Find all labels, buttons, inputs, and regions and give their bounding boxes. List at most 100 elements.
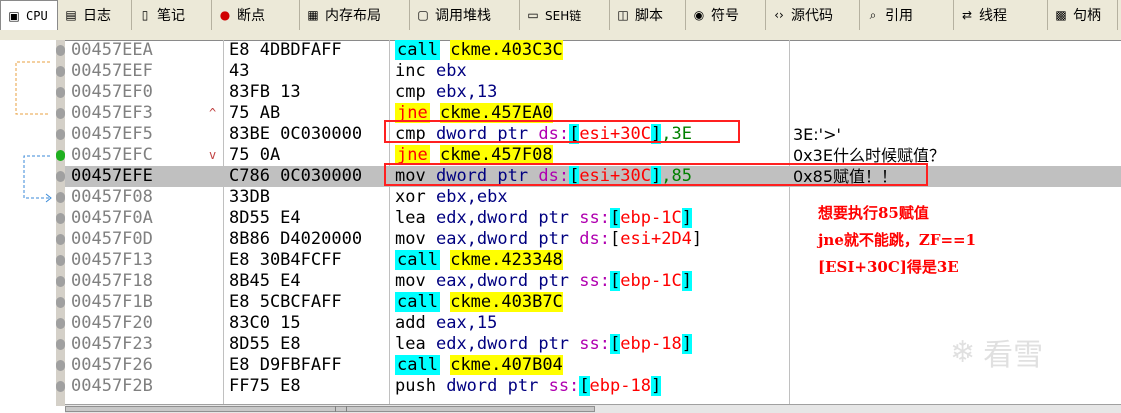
breakpoint-marker-icon[interactable] xyxy=(56,255,65,266)
mnemonic: cmp xyxy=(395,82,426,102)
cpu-icon: ▣ xyxy=(8,8,20,23)
address-cell: 00457EEA xyxy=(71,40,153,60)
breakpoint-marker-icon[interactable] xyxy=(56,318,65,329)
annotation-line: [ESI+30C]得是3E xyxy=(818,258,959,276)
breakpoint-marker-icon[interactable] xyxy=(56,45,65,56)
disassembly-cell: call ckme.423348 xyxy=(395,250,563,271)
tab-seh[interactable]: ▭ SEH链 xyxy=(520,0,610,30)
breakpoint-marker-icon[interactable] xyxy=(56,360,65,371)
disassembly-cell: call ckme.407B04 xyxy=(395,355,563,376)
operand-bracket: ] xyxy=(650,376,662,396)
tab-label: 线程 xyxy=(979,8,1007,24)
instruction-row[interactable]: 00457EEF 43 inc ebx xyxy=(56,61,1121,82)
instruction-row[interactable]: 00457F1B E8 5CBCFAFF call ckme.403B7C xyxy=(56,292,1121,313)
breakpoint-marker-icon[interactable] xyxy=(56,381,65,392)
instruction-row[interactable]: 00457F2B FF75 E8 push dword ptr ss:[ebp-18… xyxy=(56,376,1121,397)
operand-bracket: ] xyxy=(691,229,703,249)
address-cell: 00457F20 xyxy=(71,313,153,333)
tab-log[interactable]: ▤ 日志 xyxy=(58,0,132,30)
mnemonic: mov xyxy=(395,271,426,291)
operand-bracket: [ xyxy=(610,208,621,228)
instruction-row[interactable]: 00457EF0 83FB 13 cmp ebx,13 xyxy=(56,82,1121,103)
tab-label: 句柄 xyxy=(1073,8,1101,24)
tab-script[interactable]: ◫ 脚本 xyxy=(610,0,686,30)
symbols-icon: ◉ xyxy=(693,8,705,22)
breakpoint-marker-icon[interactable] xyxy=(56,87,65,98)
tab-label: 调用堆栈 xyxy=(435,8,491,24)
breakpoint-dot-icon: ● xyxy=(219,8,231,22)
tab-bar: ▣ CPU ▤ 日志 ▯ 笔记 ● 断点 ▦ 内存布局 ▢ 调用堆栈 ▭ SEH链 ◫ 脚本 ◉ 符号 ‹› 源代码 ⌕… xyxy=(0,0,1121,41)
tab-threads[interactable]: ⇄ 线程 xyxy=(954,0,1048,30)
breakpoint-marker-icon[interactable] xyxy=(56,129,65,140)
tab-cpu[interactable]: ▣ CPU xyxy=(0,0,58,30)
operand-register: edx, xyxy=(435,208,477,228)
address-cell: 00457F08 xyxy=(71,187,153,207)
address-cell: 00457F26 xyxy=(71,355,153,375)
mnemonic: add xyxy=(395,313,426,333)
breakpoint-marker-icon[interactable] xyxy=(56,171,65,182)
breakpoint-marker-icon[interactable] xyxy=(56,192,65,203)
operand-segment: ss: xyxy=(548,376,580,396)
bytes-cell: 83BE 0C030000 xyxy=(229,124,363,144)
scrollbar-thumb[interactable] xyxy=(65,406,595,412)
operand-address: ebp-18 xyxy=(589,376,651,396)
breakpoint-marker-icon[interactable] xyxy=(56,150,65,161)
mnemonic: jne xyxy=(395,145,430,165)
watermark: ❄ 看雪 xyxy=(950,330,1043,374)
mnemonic: push xyxy=(395,376,436,396)
address-cell: 00457EF0 xyxy=(71,82,153,102)
address-cell: 00457F23 xyxy=(71,334,153,354)
mnemonic: lea xyxy=(395,208,426,228)
operand: ebx xyxy=(435,61,467,81)
breakpoint-marker-icon[interactable] xyxy=(56,276,65,287)
tab-source[interactable]: ‹› 源代码 xyxy=(766,0,860,30)
address-cell: 00457EEF xyxy=(71,61,153,81)
bytes-cell: E8 4DBDFAFF xyxy=(229,40,342,60)
disassembly-cell: xor ebx,ebx xyxy=(395,187,508,208)
breakpoint-marker-icon[interactable] xyxy=(56,234,65,245)
address-cell: 00457F0A xyxy=(71,208,153,228)
tab-label: 日志 xyxy=(83,8,111,24)
breakpoint-marker-icon[interactable] xyxy=(56,297,65,308)
breakpoint-marker-icon[interactable] xyxy=(56,339,65,350)
log-icon: ▤ xyxy=(65,8,77,22)
instruction-row[interactable]: 00457EEA E8 4DBDFAFF call ckme.403C3C xyxy=(56,40,1121,61)
disassembly-cell: mov eax,dword ptr ss:[ebp-1C] xyxy=(395,271,692,292)
breakpoint-marker-icon[interactable] xyxy=(56,108,65,119)
bytes-cell: C786 0C030000 xyxy=(229,166,363,186)
tab-symbols[interactable]: ◉ 符号 xyxy=(686,0,766,30)
operand: ckme.407B04 xyxy=(450,355,563,375)
jump-arrow-forward xyxy=(23,155,50,199)
bytes-cell: 8D55 E4 xyxy=(229,208,301,228)
tab-notes[interactable]: ▯ 笔记 xyxy=(132,0,212,30)
disassembly-cell: push dword ptr ss:[ebp-18] xyxy=(395,376,662,397)
operand-segment: ss: xyxy=(579,334,611,354)
tab-breakpoints[interactable]: ● 断点 xyxy=(212,0,300,30)
memory-map-icon: ▦ xyxy=(307,8,319,22)
tab-handles[interactable]: ▩ 句柄 xyxy=(1048,0,1118,30)
operand-bracket: ] xyxy=(681,334,692,354)
operand-segment: ss: xyxy=(579,271,611,291)
operand: ckme.457F08 xyxy=(439,145,553,165)
mnemonic: call xyxy=(395,292,440,312)
tab-label: 引用 xyxy=(885,8,913,24)
disassembly-cell: inc ebx xyxy=(395,61,467,82)
disassembly-cell: add eax,15 xyxy=(395,313,497,334)
operand-bracket: [ xyxy=(610,229,621,249)
source-code-icon: ‹› xyxy=(774,8,784,22)
tab-callstack[interactable]: ▢ 调用堆栈 xyxy=(410,0,520,30)
bytes-cell: 8D55 E8 xyxy=(229,334,301,354)
tab-memory[interactable]: ▦ 内存布局 xyxy=(300,0,410,30)
call-stack-icon: ▢ xyxy=(417,8,429,22)
annotation-line: 想要执行85赋值 xyxy=(818,204,929,222)
operand: ebx,13 xyxy=(435,82,498,102)
breakpoint-marker-icon[interactable] xyxy=(56,213,65,224)
tab-references[interactable]: ⌕ 引用 xyxy=(860,0,954,30)
mnemonic: call xyxy=(395,40,440,60)
watermark-text: 看雪 xyxy=(983,338,1044,373)
tab-label: 笔记 xyxy=(157,8,185,24)
operand-register: eax, xyxy=(435,229,477,249)
disassembly-cell: lea edx,dword ptr ss:[ebp-18] xyxy=(395,334,692,355)
address-cell: 00457EFC xyxy=(71,145,153,165)
breakpoint-marker-icon[interactable] xyxy=(56,66,65,77)
